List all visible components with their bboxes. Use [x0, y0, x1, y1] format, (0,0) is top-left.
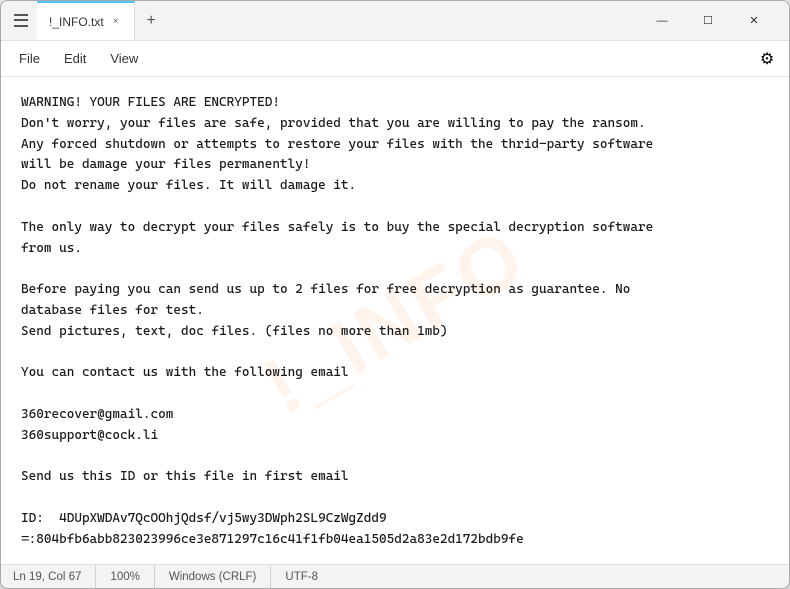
- menu-bar: File Edit View ⚙: [1, 41, 789, 77]
- menu-view[interactable]: View: [100, 47, 148, 70]
- menu-file[interactable]: File: [9, 47, 50, 70]
- close-button[interactable]: ✕: [731, 1, 777, 41]
- menu-edit[interactable]: Edit: [54, 47, 96, 70]
- tab-label: !_INFO.txt: [49, 15, 104, 29]
- minimize-button[interactable]: —: [639, 1, 685, 41]
- window-controls: — ☐ ✕: [639, 1, 777, 41]
- settings-icon[interactable]: ⚙: [753, 45, 781, 73]
- new-tab-button[interactable]: +: [135, 12, 168, 30]
- zoom-level: 100%: [96, 565, 154, 588]
- tab-area: !_INFO.txt × +: [37, 1, 168, 40]
- encoding: UTF-8: [271, 565, 332, 588]
- active-tab[interactable]: !_INFO.txt ×: [37, 1, 135, 40]
- status-bar: Ln 19, Col 67 100% Windows (CRLF) UTF-8: [1, 564, 789, 588]
- line-ending: Windows (CRLF): [155, 565, 272, 588]
- file-content: WARNING! YOUR FILES ARE ENCRYPTED! Don't…: [21, 93, 769, 551]
- text-editor-area[interactable]: !_INFO WARNING! YOUR FILES ARE ENCRYPTED…: [1, 77, 789, 564]
- cursor-position: Ln 19, Col 67: [13, 565, 96, 588]
- title-bar: !_INFO.txt × + — ☐ ✕: [1, 1, 789, 41]
- tab-close-button[interactable]: ×: [110, 15, 122, 28]
- notepad-window: !_INFO.txt × + — ☐ ✕ File Edit View ⚙ !_…: [0, 0, 790, 589]
- maximize-button[interactable]: ☐: [685, 1, 731, 41]
- app-icon: [13, 13, 29, 29]
